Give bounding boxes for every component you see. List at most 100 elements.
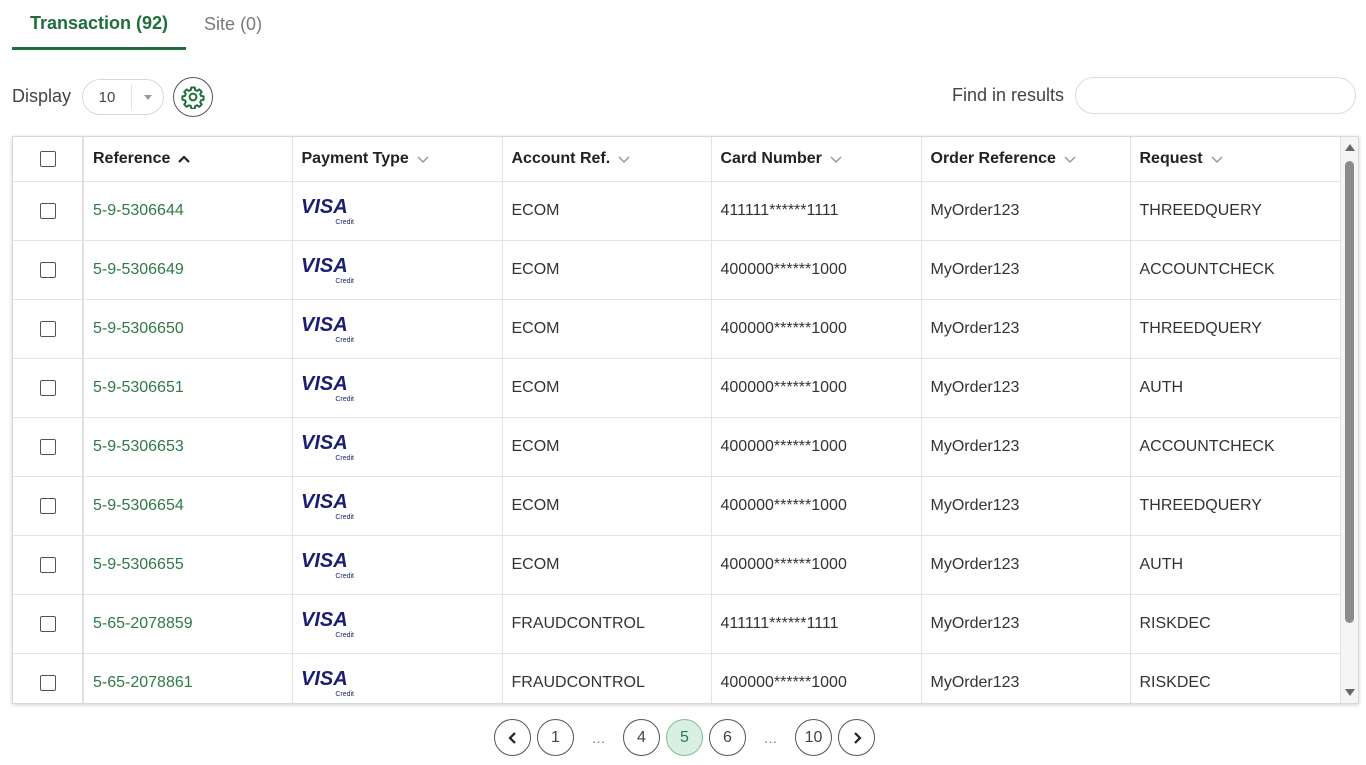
table-row[interactable]: 5-9-5306654 VISA Credit ECOM 400000******100…	[13, 476, 1341, 536]
reference-link[interactable]: 5-9-5306644	[93, 202, 184, 219]
payment-type-cell: VISA Credit	[292, 358, 503, 418]
page-ellipsis: …	[763, 729, 778, 746]
request-cell: AUTH	[1130, 535, 1341, 595]
table-row[interactable]: 5-9-5306655 VISA Credit ECOM 400000******100…	[13, 535, 1341, 595]
account-ref-cell: ECOM	[502, 240, 712, 300]
scrollbar-thumb[interactable]	[1345, 161, 1354, 623]
svg-text:Credit: Credit	[335, 573, 354, 580]
payment-type-cell: VISA Credit	[292, 476, 503, 536]
reference-cell: 5-9-5306651	[83, 358, 293, 418]
request-cell: ACCOUNTCHECK	[1130, 417, 1341, 477]
chevron-right-icon	[853, 731, 862, 744]
reference-link[interactable]: 5-9-5306654	[93, 497, 184, 514]
reference-link[interactable]: 5-9-5306653	[93, 438, 184, 455]
transactions-table: Reference Payment Type Account Ref. Card…	[13, 137, 1341, 703]
select-all-cell	[13, 137, 84, 182]
row-checkbox[interactable]	[39, 202, 56, 219]
visa-credit-logo: VISACredit	[301, 491, 354, 521]
reference-link[interactable]: 5-9-5306649	[93, 261, 184, 278]
select-all-checkbox[interactable]	[39, 150, 56, 167]
transactions-grid: Reference Payment Type Account Ref. Card…	[12, 136, 1359, 704]
column-header-card-number[interactable]: Card Number	[711, 137, 922, 182]
reference-cell: 5-9-5306655	[83, 535, 293, 595]
row-select-cell	[13, 417, 84, 477]
card-number-cell: 400000******1000	[711, 358, 922, 418]
page-button[interactable]: 10	[795, 719, 832, 756]
table-row[interactable]: 5-65-2078859 VISA Credit FRAUDCONTROL 411111…	[13, 594, 1341, 654]
visa-credit-logo: VISACredit	[301, 432, 354, 462]
svg-text:VISA: VISA	[301, 196, 348, 218]
svg-text:VISA: VISA	[301, 432, 348, 454]
card-number-cell: 411111******1111	[711, 594, 922, 654]
reference-link[interactable]: 5-9-5306655	[93, 556, 184, 573]
payment-type-cell: VISA Credit	[292, 594, 503, 654]
tab-transaction[interactable]: Transaction (92)	[12, 0, 187, 50]
card-number-cell: 400000******1000	[711, 417, 922, 477]
svg-text:Credit: Credit	[335, 691, 354, 698]
vertical-scrollbar[interactable]	[1341, 137, 1358, 703]
next-page-button[interactable]	[838, 719, 875, 756]
page-size-select[interactable]: 10	[82, 79, 164, 115]
row-checkbox[interactable]	[39, 674, 56, 691]
row-checkbox[interactable]	[39, 438, 56, 455]
card-number-cell: 400000******1000	[711, 535, 922, 595]
row-select-cell	[13, 181, 84, 241]
reference-link[interactable]: 5-9-5306650	[93, 320, 184, 337]
page-button[interactable]: 4	[623, 719, 660, 756]
row-checkbox[interactable]	[39, 497, 56, 514]
reference-link[interactable]: 5-65-2078861	[93, 674, 193, 691]
reference-cell: 5-9-5306650	[83, 299, 293, 359]
page-button[interactable]: 1	[537, 719, 574, 756]
column-header-label: Reference	[93, 150, 171, 167]
order-reference-cell: MyOrder123	[921, 181, 1131, 241]
row-select-cell	[13, 240, 84, 300]
scroll-up-arrow-icon[interactable]	[1345, 144, 1355, 151]
payment-type-cell: VISA Credit	[292, 535, 503, 595]
svg-text:VISA: VISA	[301, 255, 348, 277]
column-header-payment-type[interactable]: Payment Type	[292, 137, 503, 182]
column-header-request[interactable]: Request	[1130, 137, 1341, 182]
row-select-cell	[13, 476, 84, 536]
payment-type-cell: VISA Credit	[292, 653, 503, 703]
table-row[interactable]: 5-9-5306649 VISA Credit ECOM 400000******100…	[13, 240, 1341, 300]
svg-text:VISA: VISA	[301, 314, 348, 336]
previous-page-button[interactable]	[494, 719, 531, 756]
row-checkbox[interactable]	[39, 556, 56, 573]
account-ref-cell: ECOM	[502, 299, 712, 359]
table-row[interactable]: 5-9-5306650 VISA Credit ECOM 400000******100…	[13, 299, 1341, 359]
table-row[interactable]: 5-9-5306651 VISA Credit ECOM 400000******100…	[13, 358, 1341, 418]
page-button[interactable]: 6	[709, 719, 746, 756]
chevron-down-icon	[1211, 156, 1223, 164]
page-ellipsis: …	[591, 729, 606, 746]
visa-credit-logo: VISACredit	[301, 196, 354, 226]
tab-site[interactable]: Site (0)	[186, 0, 280, 48]
order-reference-cell: MyOrder123	[921, 594, 1131, 654]
row-checkbox[interactable]	[39, 320, 56, 337]
request-cell: AUTH	[1130, 358, 1341, 418]
account-ref-cell: FRAUDCONTROL	[502, 594, 712, 654]
display-label: Display	[12, 86, 72, 106]
payment-type-cell: VISA Credit	[292, 299, 503, 359]
row-checkbox[interactable]	[39, 615, 56, 632]
page-size-value: 10	[98, 88, 116, 106]
reference-link[interactable]: 5-9-5306651	[93, 379, 184, 396]
row-checkbox[interactable]	[39, 261, 56, 278]
caret-down-icon[interactable]	[132, 94, 163, 100]
column-header-reference[interactable]: Reference	[83, 137, 293, 182]
table-row[interactable]: 5-9-5306653 VISA Credit ECOM 400000******100…	[13, 417, 1341, 477]
account-ref-cell: ECOM	[502, 181, 712, 241]
table-row[interactable]: 5-65-2078861 VISA Credit FRAUDCONTROL 400000…	[13, 653, 1341, 703]
svg-text:Credit: Credit	[335, 219, 354, 226]
row-checkbox[interactable]	[39, 379, 56, 396]
current-page-button[interactable]: 5	[666, 719, 703, 756]
find-in-results-input[interactable]	[1075, 77, 1356, 114]
table-row[interactable]: 5-9-5306644 VISA Credit ECOM 411111******111…	[13, 181, 1341, 241]
account-ref-cell: ECOM	[502, 358, 712, 418]
column-header-order-reference[interactable]: Order Reference	[921, 137, 1131, 182]
order-reference-cell: MyOrder123	[921, 535, 1131, 595]
order-reference-cell: MyOrder123	[921, 358, 1131, 418]
column-header-account-ref[interactable]: Account Ref.	[502, 137, 712, 182]
reference-link[interactable]: 5-65-2078859	[93, 615, 193, 632]
column-settings-button[interactable]	[173, 77, 213, 117]
scroll-down-arrow-icon[interactable]	[1345, 689, 1355, 696]
